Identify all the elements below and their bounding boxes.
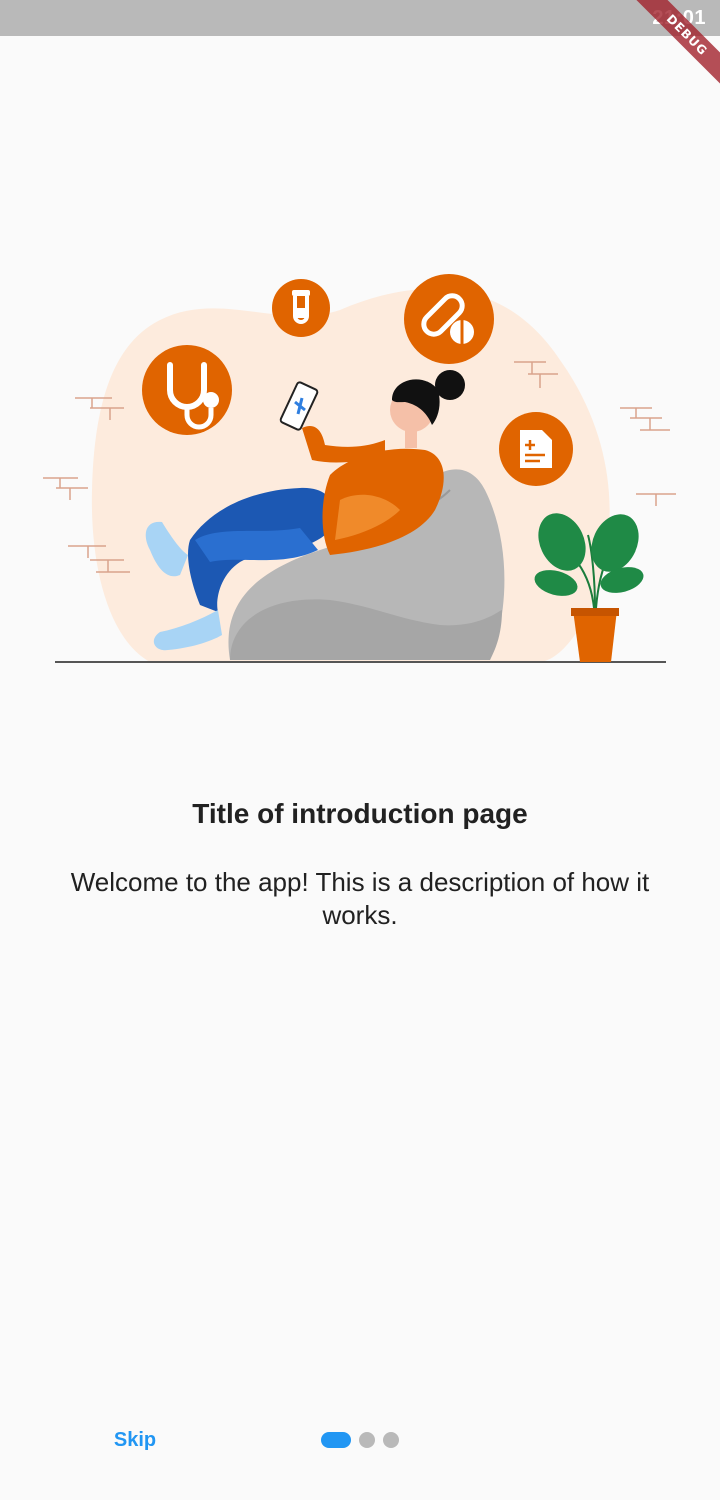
page-dot-3[interactable]: [383, 1432, 399, 1448]
stethoscope-icon: [142, 345, 232, 435]
intro-illustration: [43, 274, 676, 663]
page-indicator: [321, 1432, 407, 1448]
status-time: 21:01: [652, 7, 706, 29]
pills-icon: [404, 274, 494, 364]
test-tube-icon: [272, 279, 330, 337]
skip-button[interactable]: Skip: [100, 1422, 170, 1458]
status-bar: 21:01: [0, 0, 720, 36]
page-dot-2[interactable]: [359, 1432, 375, 1448]
intro-description: Welcome to the app! This is a descriptio…: [70, 867, 650, 930]
document-icon: [499, 412, 573, 486]
intro-title: Title of introduction page: [192, 798, 528, 829]
page-dot-1[interactable]: [321, 1432, 351, 1448]
